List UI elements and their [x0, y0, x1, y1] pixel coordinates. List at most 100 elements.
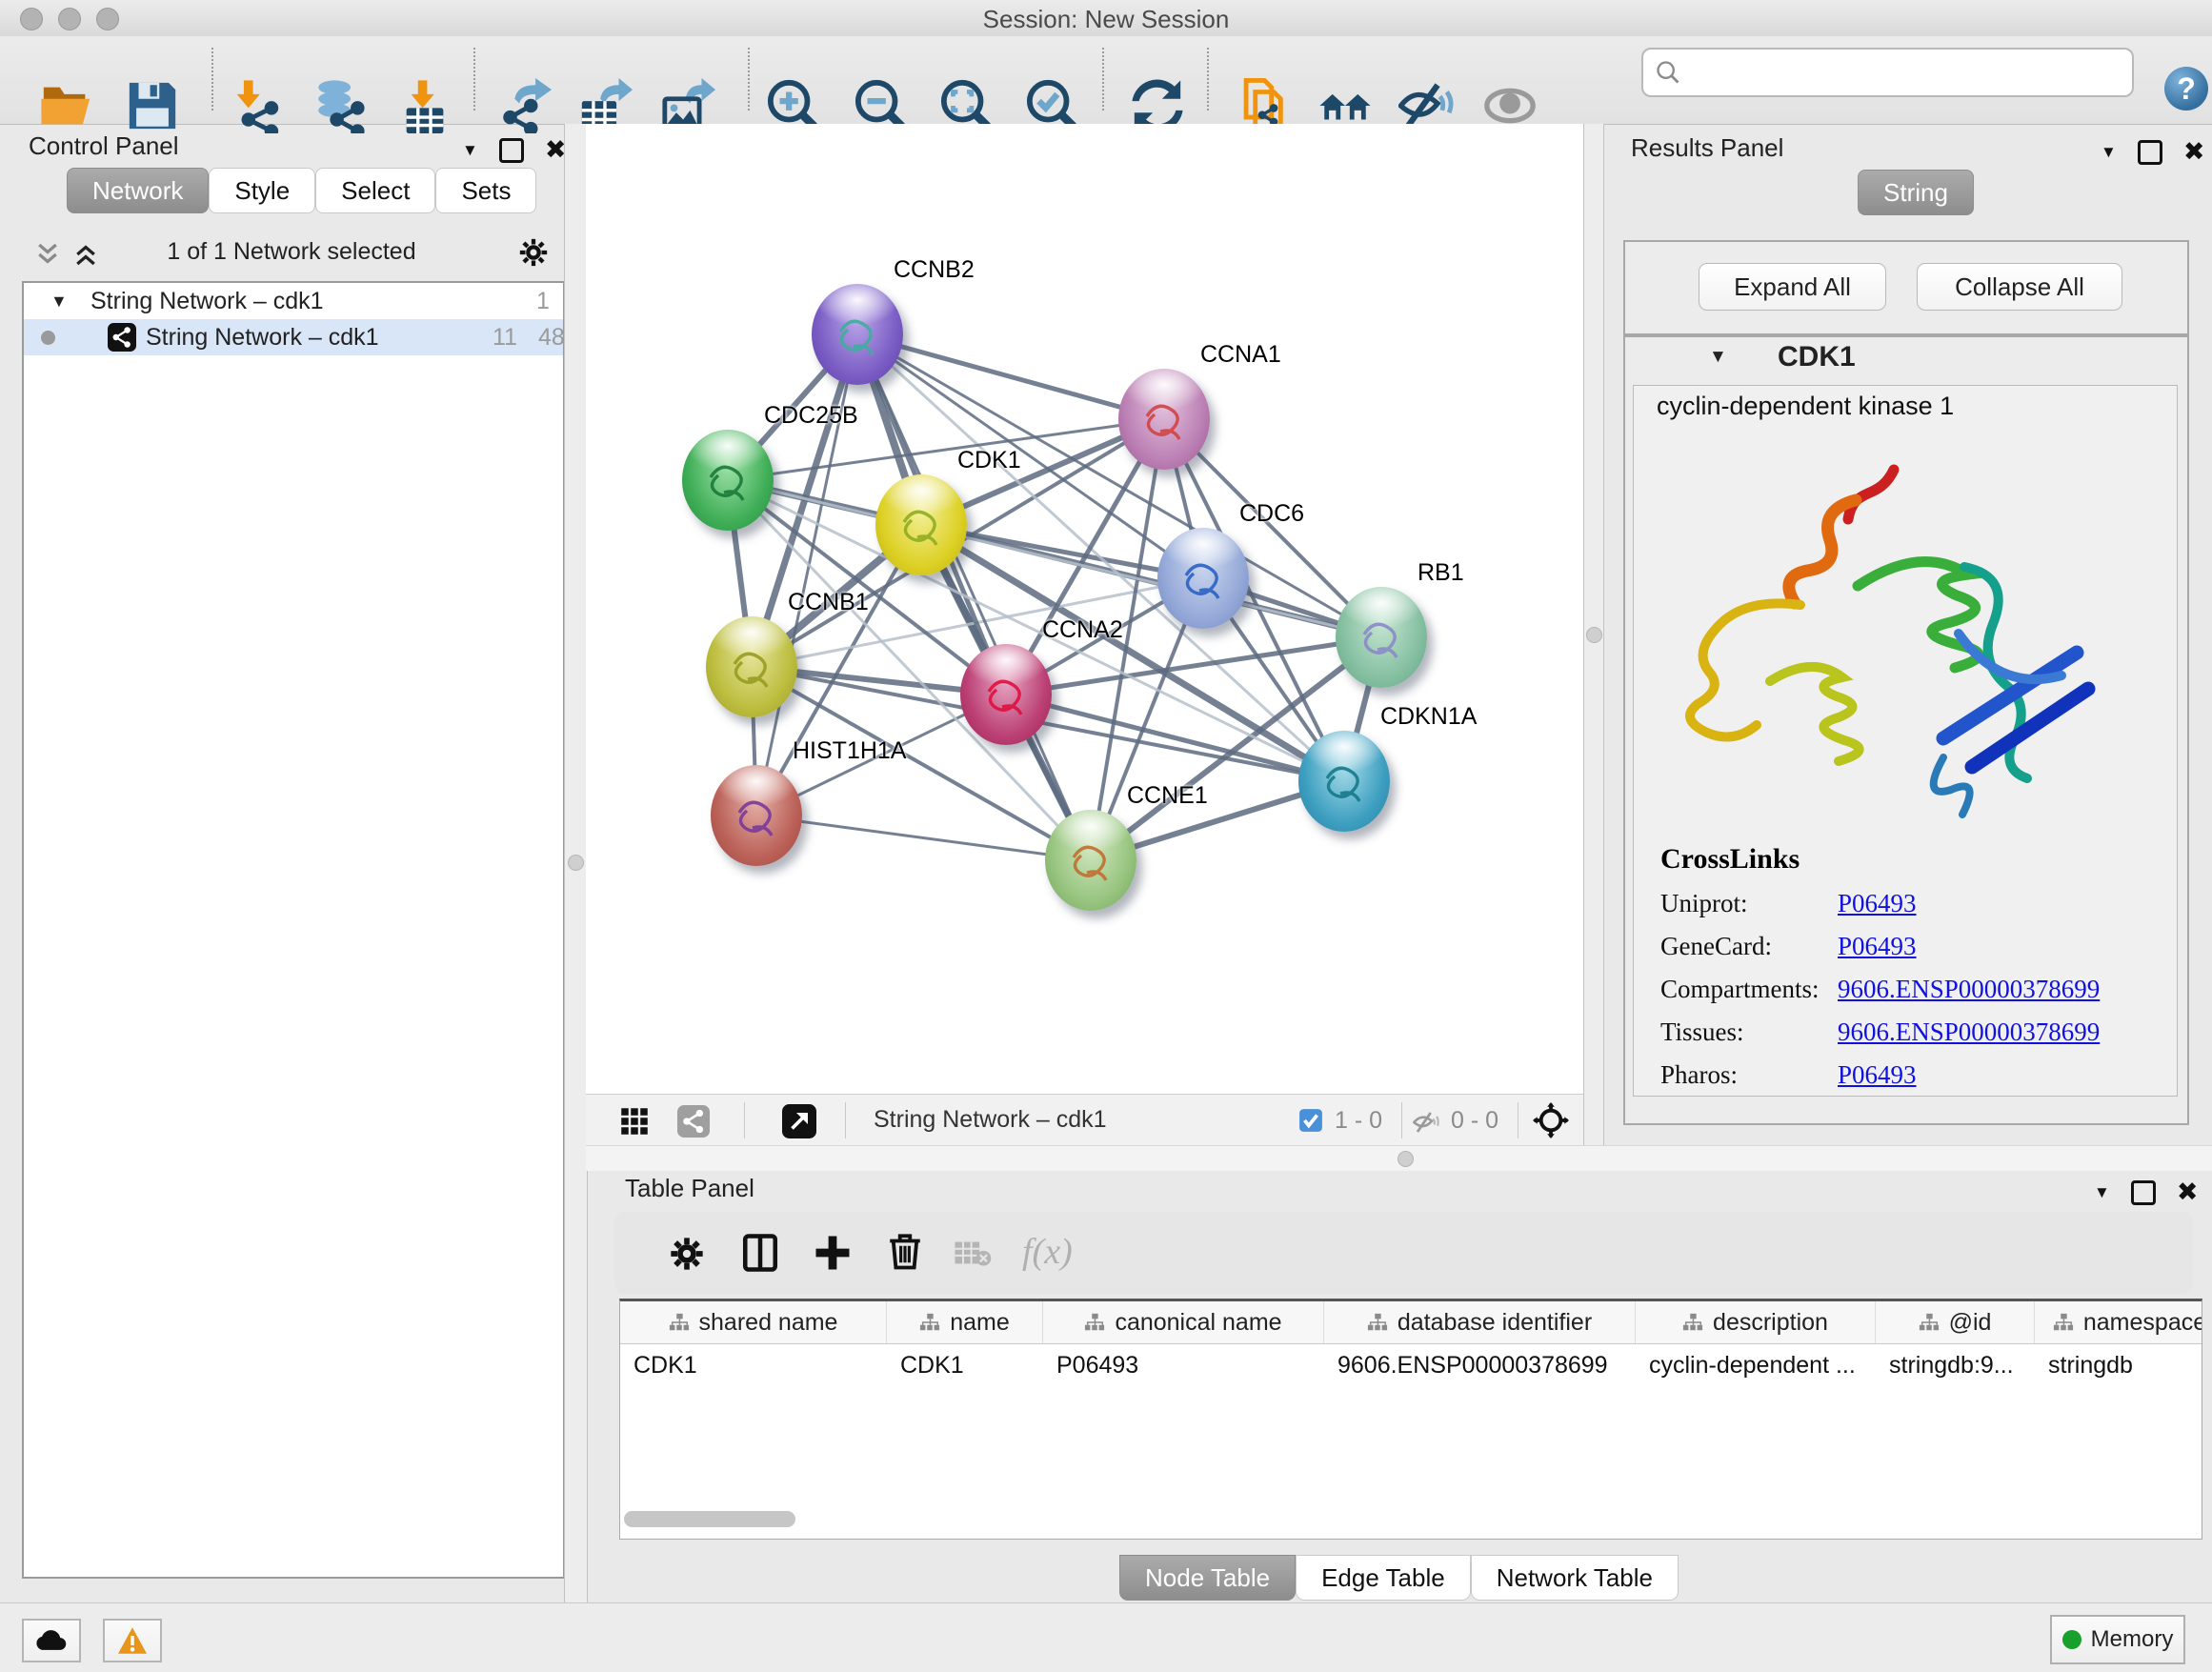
crosslink-row: GeneCard:P06493 — [1660, 932, 2100, 961]
hidden-eye-icon[interactable] — [1413, 1108, 1441, 1137]
protein-structure-thumb — [1298, 731, 1390, 832]
crosslink-link[interactable]: 9606.ENSP00000378699 — [1838, 975, 2100, 1004]
open-in-new-window-icon[interactable] — [782, 1104, 816, 1138]
splitter-handle[interactable] — [1398, 1151, 1414, 1167]
crosslink-row: Compartments:9606.ENSP00000378699 — [1660, 975, 2100, 1004]
collapse-section-icon[interactable]: ▼ — [1709, 347, 1727, 368]
results-panel-title: Results Panel — [1631, 133, 1783, 163]
panel-menu-icon[interactable]: ▼ — [462, 141, 478, 160]
network-options-gear-icon[interactable] — [517, 236, 550, 269]
delete-table-icon — [954, 1239, 992, 1267]
string-view-icon[interactable] — [677, 1105, 710, 1138]
network-node-CDK1[interactable] — [875, 474, 967, 575]
tab-network-table[interactable]: Network Table — [1471, 1555, 1679, 1601]
network-node-CDKN1A[interactable] — [1298, 731, 1390, 832]
node-label-CDC6: CDC6 — [1239, 500, 1304, 528]
network-node-CCNA2[interactable] — [960, 644, 1052, 745]
table-cell-namespace[interactable]: stringdb — [2035, 1344, 2202, 1386]
col-header-database-identifier[interactable]: database identifier — [1324, 1301, 1636, 1343]
crosslink-link[interactable]: 9606.ENSP00000378699 — [1838, 1017, 2100, 1047]
crosslink-link[interactable]: P06493 — [1838, 889, 1917, 918]
network-collection-row[interactable]: ▼ String Network – cdk1 1 — [24, 283, 563, 319]
table-row[interactable]: CDK1CDK1P064939606.ENSP00000378699cyclin… — [620, 1344, 2202, 1386]
splitter-handle[interactable] — [568, 855, 584, 871]
network-node-CCNB1[interactable] — [706, 616, 797, 717]
protein-section-header[interactable]: ▼ CDK1 — [1625, 337, 2187, 383]
panel-close-icon[interactable]: ✖ — [2177, 1178, 2199, 1207]
col-header--id[interactable]: @id — [1876, 1301, 2035, 1343]
node-table[interactable]: shared namenamecanonical name database id… — [619, 1299, 2202, 1540]
delete-column-icon[interactable] — [885, 1231, 925, 1271]
add-column-icon[interactable] — [813, 1233, 853, 1273]
col-header-namespace[interactable]: namespace — [2035, 1301, 2202, 1343]
search-input[interactable] — [1689, 53, 2122, 90]
col-header-description[interactable]: description — [1636, 1301, 1876, 1343]
table-cell-database-identifier[interactable]: 9606.ENSP00000378699 — [1324, 1344, 1636, 1386]
network-node-CDC25B[interactable] — [682, 430, 774, 531]
network-node-CDC6[interactable] — [1157, 528, 1249, 629]
table-options-gear-icon[interactable] — [668, 1235, 706, 1273]
grid-view-icon[interactable] — [620, 1107, 649, 1136]
network-node-CCNB2[interactable] — [812, 284, 903, 385]
attribute-tree-icon — [1084, 1312, 1105, 1333]
network-selection-text: 1 of 1 Network selected — [22, 238, 561, 266]
toolbar-separator — [744, 1102, 745, 1138]
selected-checkbox-icon[interactable] — [1298, 1108, 1323, 1133]
toolbar-separator — [473, 48, 475, 111]
right-splitter[interactable] — [1583, 124, 1604, 1145]
table-cell-description[interactable]: cyclin-dependent ... — [1636, 1344, 1876, 1386]
panel-float-icon[interactable] — [499, 138, 524, 163]
edge-CCNB2-CCNE1[interactable] — [857, 334, 1091, 860]
memory-button[interactable]: Memory — [2050, 1615, 2185, 1664]
protein-structure-thumb — [1336, 587, 1427, 688]
table-horizontal-scrollbar[interactable] — [624, 1511, 795, 1527]
toolbar-separator — [1102, 48, 1104, 111]
splitter-handle[interactable] — [1586, 627, 1602, 643]
results-panel: Results Panel ▼ ✖ String Expand All Coll… — [1619, 124, 2212, 1145]
show-columns-icon[interactable] — [740, 1233, 780, 1273]
network-node-CCNE1[interactable] — [1045, 810, 1136, 911]
table-cell-canonical-name[interactable]: P06493 — [1043, 1344, 1324, 1386]
col-header-label: database identifier — [1398, 1309, 1592, 1337]
crosslink-link[interactable]: P06493 — [1838, 932, 1917, 961]
tab-network[interactable]: Network — [67, 168, 209, 213]
panel-menu-icon[interactable]: ▼ — [2101, 143, 2117, 162]
tab-string[interactable]: String — [1858, 170, 1974, 215]
tab-sets[interactable]: Sets — [435, 168, 536, 213]
network-node-RB1[interactable] — [1336, 587, 1427, 688]
table-cell-shared-name[interactable]: CDK1 — [620, 1344, 887, 1386]
network-row[interactable]: String Network – cdk1 11 48 — [24, 319, 563, 355]
collapse-all-button[interactable]: Collapse All — [1917, 263, 2122, 311]
tab-select[interactable]: Select — [315, 168, 435, 213]
main-toolbar: ? — [0, 36, 2212, 125]
network-node-HIST1H1A[interactable] — [711, 765, 802, 866]
horizontal-splitter[interactable] — [586, 1145, 2212, 1171]
col-header-shared-name[interactable]: shared name — [620, 1301, 887, 1343]
panel-close-icon[interactable]: ✖ — [2183, 137, 2205, 167]
crosslink-link[interactable]: P06493 — [1838, 1060, 1917, 1090]
panel-float-icon[interactable] — [2138, 140, 2162, 165]
edge-CCNA2-RB1[interactable] — [1006, 637, 1381, 695]
tree-expand-icon[interactable]: ▼ — [50, 283, 68, 319]
attribute-tree-icon — [1919, 1312, 1940, 1333]
tab-edge-table[interactable]: Edge Table — [1296, 1555, 1471, 1601]
network-node-CCNA1[interactable] — [1118, 369, 1210, 470]
cloud-button[interactable] — [22, 1619, 81, 1662]
col-header-canonical-name[interactable]: canonical name — [1043, 1301, 1324, 1343]
birds-eye-crosshair-icon[interactable] — [1533, 1102, 1569, 1138]
tab-style[interactable]: Style — [209, 168, 315, 213]
help-button[interactable]: ? — [2164, 67, 2208, 111]
expand-all-button[interactable]: Expand All — [1699, 263, 1886, 311]
network-canvas[interactable]: CCNB2CCNA1CDC25BCDK1CDC6RB1CCNB1CCNA2CDK… — [586, 124, 1583, 1094]
toolbar-separator — [748, 48, 750, 111]
warnings-button[interactable] — [103, 1619, 162, 1662]
table-cell--id[interactable]: stringdb:9... — [1876, 1344, 2035, 1386]
table-cell-name[interactable]: CDK1 — [887, 1344, 1043, 1386]
tab-node-table[interactable]: Node Table — [1119, 1555, 1296, 1601]
col-header-name[interactable]: name — [887, 1301, 1043, 1343]
left-splitter[interactable] — [564, 124, 588, 1602]
protein-description: cyclin-dependent kinase 1 — [1657, 392, 1954, 421]
panel-float-icon[interactable] — [2131, 1180, 2156, 1205]
panel-menu-icon[interactable]: ▼ — [2094, 1183, 2110, 1202]
edge-CCNE1-HIST1H1A[interactable] — [756, 816, 1091, 860]
